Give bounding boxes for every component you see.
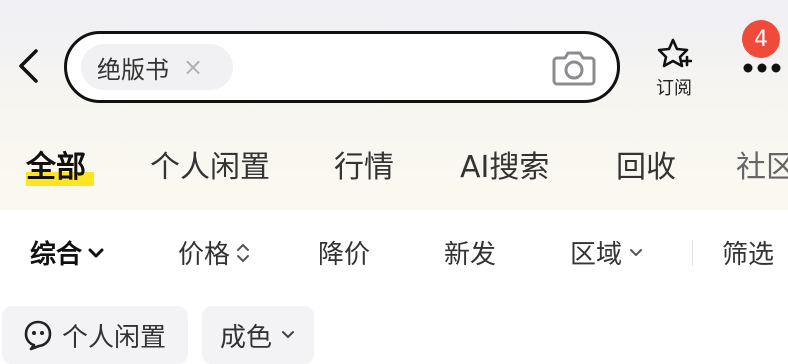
tab-personal-idle[interactable]: 个人闲置 — [150, 142, 270, 186]
chip-close-icon[interactable]: × — [183, 55, 203, 79]
filter-screen[interactable]: 筛选 — [722, 234, 774, 271]
chevron-down-icon — [88, 248, 104, 257]
pill-condition-label: 成色 — [220, 322, 273, 353]
pill-personal-idle-label: 个人闲置 — [62, 322, 167, 353]
search-box[interactable]: 绝版书 × — [64, 31, 620, 103]
more-dots-icon[interactable] — [736, 56, 788, 86]
filter-newest-label: 新发 — [444, 240, 497, 270]
filter-region[interactable]: 区域 — [570, 234, 644, 271]
star-plus-icon — [657, 38, 692, 68]
back-button[interactable] — [12, 48, 44, 84]
filter-price-drop-label: 降价 — [318, 240, 371, 270]
filter-newest[interactable]: 新发 — [444, 234, 496, 271]
filter-bar: 综合 价格 降价 新发 区域 筛选 — [0, 222, 788, 280]
filter-price-drop[interactable]: 降价 — [318, 234, 370, 271]
camera-icon[interactable] — [551, 46, 597, 88]
subscribe-label: 订阅 — [656, 78, 692, 99]
pill-condition[interactable]: 成色 — [202, 306, 314, 364]
pill-personal-idle[interactable]: 个人闲置 — [2, 306, 188, 364]
tab-market[interactable]: 行情 — [334, 142, 394, 186]
tab-community[interactable]: 社区 — [736, 142, 788, 186]
search-chip[interactable]: 绝版书 × — [81, 44, 233, 90]
tab-ai-search[interactable]: AI搜索 — [460, 142, 549, 186]
chevron-down-icon — [630, 248, 643, 256]
filter-divider — [692, 240, 693, 266]
filter-screen-label: 筛选 — [722, 240, 775, 270]
notification-badge: 4 — [742, 20, 780, 58]
filter-price[interactable]: 价格 — [178, 234, 250, 271]
category-tabs: 全部 个人闲置 行情 AI搜索 回收 社区 — [0, 136, 788, 188]
subscribe-button[interactable]: 订阅 — [644, 36, 704, 102]
tab-recycle[interactable]: 回收 — [616, 142, 676, 186]
sort-icon — [237, 243, 250, 262]
filter-composite-label: 综合 — [30, 240, 83, 270]
filter-price-label: 价格 — [178, 240, 231, 270]
person-face-icon — [24, 320, 52, 351]
chevron-left-icon — [19, 49, 38, 83]
filter-region-label: 区域 — [570, 240, 623, 270]
quick-filter-pills: 个人闲置 成色 — [0, 306, 788, 364]
chevron-down-icon — [282, 331, 295, 338]
search-chip-label: 绝版书 — [97, 55, 169, 84]
tab-all[interactable]: 全部 — [26, 142, 86, 186]
filter-composite[interactable]: 综合 — [30, 234, 104, 271]
